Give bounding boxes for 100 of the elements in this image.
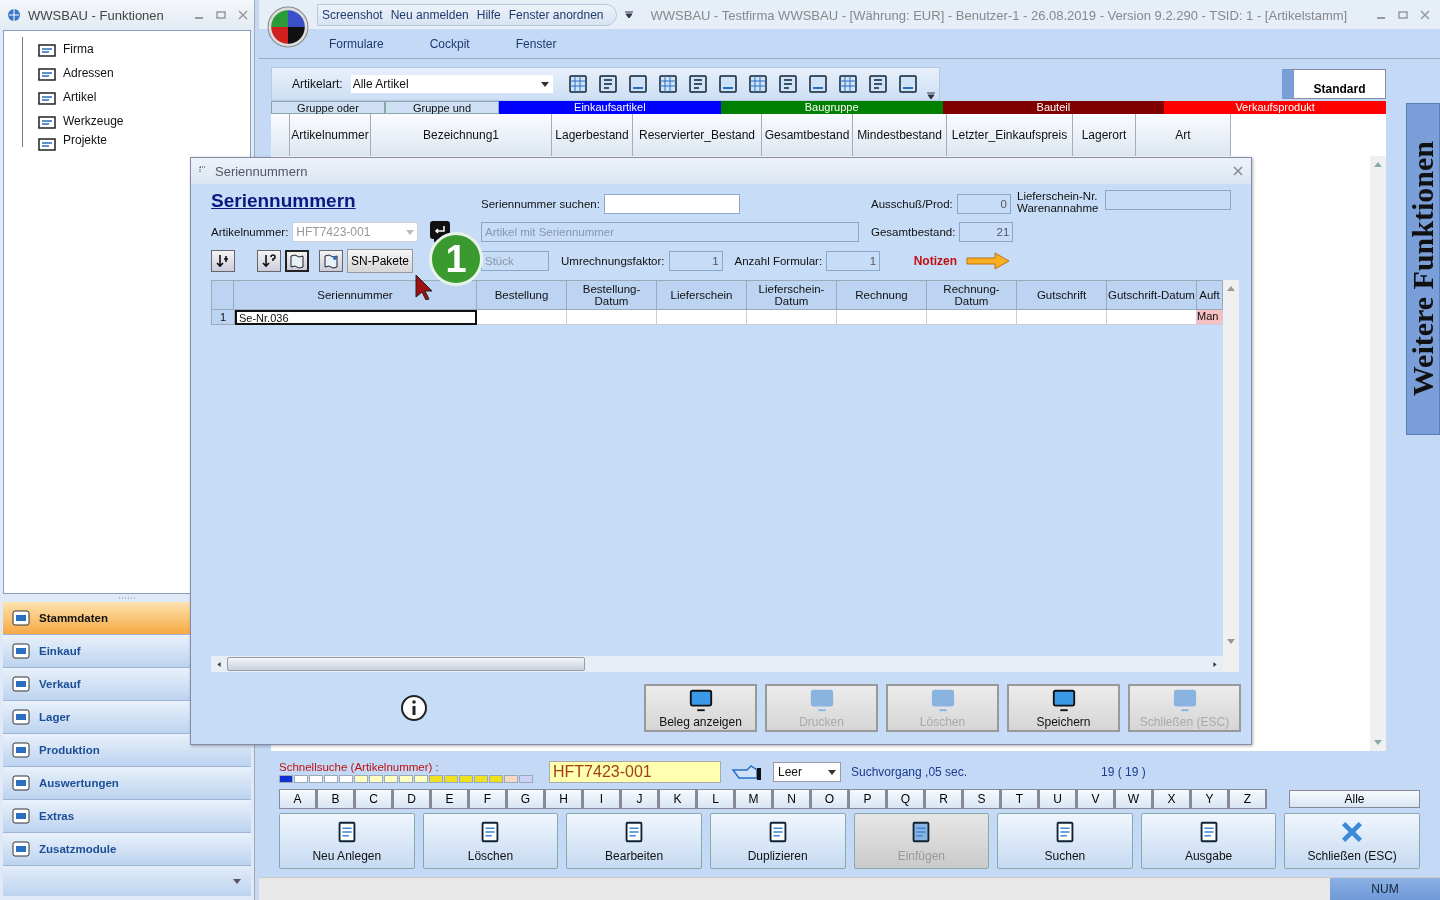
grid-icon[interactable] [566,73,589,95]
tree-item[interactable]: Projekte [63,133,108,147]
letter-button[interactable]: K [659,789,697,809]
letter-button[interactable]: Z [1229,789,1267,809]
maximize-icon[interactable] [1398,10,1408,20]
column-header[interactable]: Lieferschein-Datum [747,280,837,310]
letter-button[interactable]: S [963,789,1001,809]
info-icon[interactable] [399,693,429,723]
sort-button[interactable] [211,250,235,272]
action-button[interactable]: Ausgabe [1140,813,1277,869]
caret-icon[interactable] [233,878,241,884]
total-stock-field[interactable]: 21 [959,222,1014,242]
column-header[interactable]: Rechnung [837,280,927,310]
table-cell[interactable] [837,310,927,325]
quick-search-field[interactable]: HFT7423-001 [549,761,721,783]
action-button[interactable]: Bearbeiten [566,813,702,869]
group-button[interactable]: Gruppe oder [271,101,385,114]
right-arrow-icon[interactable] [1211,661,1219,667]
dialog-button[interactable]: Beleg anzeigen [644,684,757,732]
action-button[interactable]: Schließen (ESC) [1284,813,1420,869]
letter-button[interactable]: Y [1191,789,1229,809]
action-button[interactable]: Neu Anlegen [279,813,415,869]
tree-item[interactable]: Firma [63,42,94,56]
dropdown-icon[interactable] [624,11,633,19]
action-button[interactable]: Duplizieren [709,813,846,869]
letter-button[interactable]: P [849,789,887,809]
table-cell[interactable] [1107,310,1197,325]
quick-access-item[interactable]: Neu anmelden [390,8,469,22]
letter-button[interactable]: J [621,789,659,809]
down-arrow-icon[interactable] [1227,639,1235,644]
letter-button[interactable]: R [925,789,963,809]
vertical-scrollbar[interactable] [1370,156,1386,751]
column-header[interactable]: Art [1136,114,1231,156]
sort-query-button[interactable] [257,250,281,272]
delivery-note-field[interactable] [1105,190,1231,210]
column-header[interactable]: Mindestbestand [853,114,947,156]
column-header[interactable]: Gutschrift-Datum [1107,280,1197,310]
letter-button[interactable]: N [773,789,811,809]
close-icon[interactable] [1233,166,1243,176]
scroll-thumb[interactable] [227,657,585,671]
column-header[interactable]: Lieferschein [657,280,747,310]
quick-access-item[interactable]: Hilfe [476,8,501,22]
quick-access-item[interactable]: Screenshot [322,8,383,22]
article-type-dropdown[interactable]: Alle Artikel [350,75,553,93]
table-cell[interactable] [927,310,1017,325]
vertical-scrollbar[interactable] [1223,280,1239,672]
tree-item[interactable]: Adressen [63,66,114,80]
grip-icon[interactable] [117,596,137,600]
arrow-icon[interactable] [965,251,1011,271]
table-cell[interactable] [1017,310,1107,325]
table-cell[interactable] [567,310,657,325]
letter-button[interactable]: W [1115,789,1153,809]
action-button[interactable]: Suchen [997,813,1133,869]
conversion-field[interactable]: 1 [668,251,723,271]
letter-button[interactable]: X [1153,789,1191,809]
column-header[interactable]: Bestellung [477,280,567,310]
close-icon[interactable] [238,10,248,20]
column-header[interactable]: Seriennummer [234,280,477,310]
letter-button[interactable]: D [393,789,431,809]
column-header[interactable]: Gesamtbestand [762,114,853,156]
letter-button[interactable]: F [469,789,507,809]
overflow-icon[interactable] [926,92,935,100]
all-button[interactable]: Alle [1289,790,1420,808]
table-cell[interactable] [747,310,837,325]
tree-item[interactable]: Artikel [63,90,97,104]
column-header[interactable]: Lagerort [1073,114,1136,156]
dialog-button[interactable]: Speichern [1007,684,1120,732]
letter-button[interactable]: I [583,789,621,809]
left-arrow-icon[interactable] [215,661,223,667]
table-cell[interactable] [657,310,747,325]
map-button[interactable] [285,250,309,272]
letter-button[interactable]: L [697,789,735,809]
menu-item[interactable]: Formulare [329,37,384,51]
quick-access-item[interactable]: Fenster anordnen [508,8,604,22]
column-header[interactable]: Letzter_Einkaufspreis [947,114,1073,156]
table-cell[interactable] [477,310,567,325]
table-cell[interactable]: Man [1197,310,1223,325]
letter-button[interactable]: A [279,789,317,809]
letter-button[interactable]: C [355,789,393,809]
column-header[interactable]: Artikelnummer [290,114,371,156]
close-icon[interactable] [1420,10,1430,20]
letter-button[interactable]: E [431,789,469,809]
tree-item[interactable]: Werkzeuge [63,114,124,128]
letter-button[interactable]: G [507,789,545,809]
letter-button[interactable]: V [1077,789,1115,809]
letter-button[interactable]: Q [887,789,925,809]
sn-packages-button[interactable]: SN-Pakete [347,249,413,273]
letter-button[interactable]: M [735,789,773,809]
up-arrow-icon[interactable] [1374,162,1382,167]
up-arrow-icon[interactable] [1227,286,1235,291]
menu-item[interactable]: Fenster [515,37,557,51]
serial-search-field[interactable] [603,194,740,214]
letter-button[interactable]: H [545,789,583,809]
group-button[interactable]: Gruppe und [385,101,499,114]
letter-button[interactable]: B [317,789,355,809]
nav-item[interactable]: Produktion [3,734,251,767]
action-button[interactable]: Löschen [422,813,559,869]
column-header[interactable]: Bezeichnung1 [371,114,552,156]
standard-button[interactable]: Standard [1282,69,1386,99]
nav-item[interactable]: Auswertungen [3,767,251,800]
